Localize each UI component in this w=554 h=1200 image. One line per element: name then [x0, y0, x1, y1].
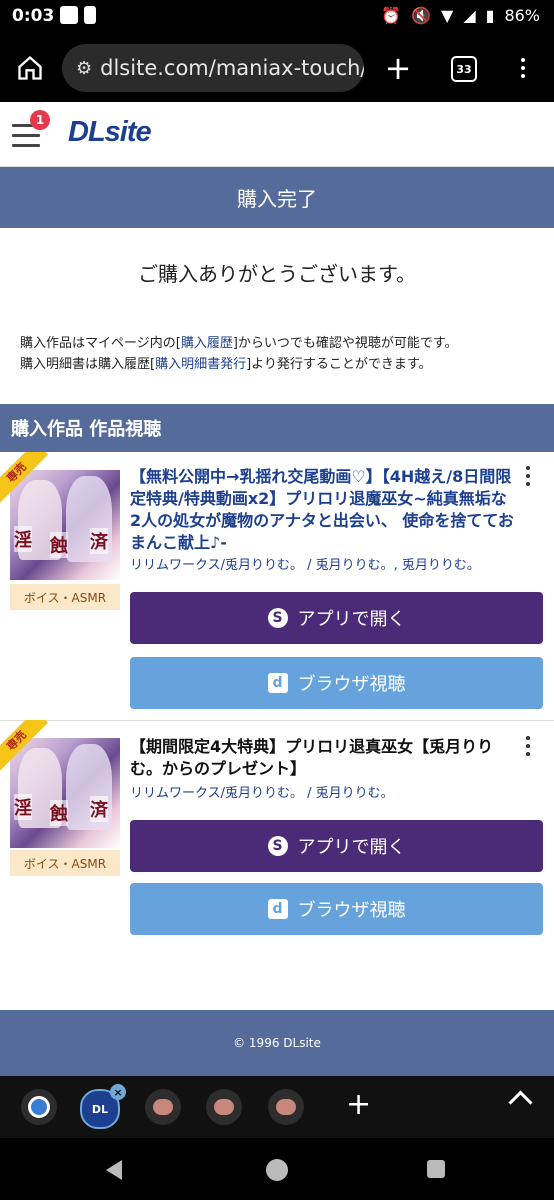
product-title-link[interactable]: 【無料公開中→乳揺れ交尾動画♡】【4H越え/8日間限定特典/特典動画x2】プリロ… — [130, 466, 514, 554]
tab-strip: DL × + — [0, 1076, 554, 1138]
product-title-link[interactable]: 【期間限定4大特典】プリロリ退真巫女【兎月りりむ。からのプレゼント】 — [130, 736, 514, 780]
url-text: dlsite.com/maniax-touch/dc — [100, 56, 364, 80]
url-bar[interactable]: ⚙ dlsite.com/maniax-touch/dc — [62, 44, 364, 92]
browser-play-icon: d — [267, 673, 288, 693]
wifi-icon: ▼ — [441, 6, 454, 25]
thanks-message: ご購入ありがとうございます。 — [138, 262, 416, 286]
tab-item[interactable] — [21, 1089, 57, 1125]
mute-icon: 🔇 — [411, 6, 431, 25]
signal-icon: ◢ — [463, 6, 476, 25]
browser-view-button[interactable]: d ブラウザ視聴 — [130, 883, 543, 935]
site-header: 1 DLsite — [0, 102, 554, 167]
app-icon: S — [267, 836, 288, 856]
close-tab-icon[interactable]: × — [110, 1084, 126, 1100]
browser-toolbar: ⚙ dlsite.com/maniax-touch/dc + 33 — [0, 34, 554, 102]
recents-icon[interactable] — [427, 1160, 445, 1178]
home-button[interactable] — [14, 54, 46, 82]
purchase-history-link[interactable]: 購入履歴 — [181, 336, 233, 351]
app-notification-icon — [60, 6, 78, 24]
product-menu-icon[interactable] — [522, 736, 534, 756]
home-circle-icon[interactable] — [266, 1159, 288, 1181]
dlsite-logo[interactable]: DLsite — [68, 116, 152, 149]
section-title: 購入作品 作品視聴 — [0, 404, 554, 452]
open-in-app-button[interactable]: S アプリで開く — [130, 820, 543, 872]
tab-item[interactable] — [145, 1089, 181, 1125]
product-card: 淫蝕済 専売 ボイス・ASMR 【期間限定4大特典】プリロリ退真巫女【兎月りりむ… — [0, 720, 554, 960]
notification-badge: 1 — [30, 110, 50, 130]
product-card: 淫蝕済 専売 ボイス・ASMR 【無料公開中→乳揺れ交尾動画♡】【4H越え/8日… — [0, 452, 554, 720]
open-in-app-button[interactable]: S アプリで開く — [130, 592, 543, 644]
alarm-icon: ⏰ — [381, 6, 402, 25]
browser-view-button[interactable]: d ブラウザ視聴 — [130, 657, 543, 709]
browser-menu-button[interactable] — [515, 54, 531, 82]
dlsite-play-icon — [28, 1096, 50, 1118]
app-icon: S — [267, 608, 288, 628]
back-icon[interactable] — [106, 1160, 122, 1180]
site-settings-icon[interactable]: ⚙ — [76, 58, 92, 79]
browser-play-icon: d — [267, 899, 288, 919]
product-menu-icon[interactable] — [522, 466, 534, 486]
tab-favicon-icon — [153, 1099, 173, 1115]
circle-author-link[interactable]: リリムワークス/兎月りりむ。 / 兎月りりむ。 — [130, 782, 394, 801]
tab-favicon-icon — [276, 1099, 296, 1115]
tab-item[interactable] — [268, 1089, 304, 1125]
system-nav-bar — [0, 1138, 554, 1200]
exclusive-ribbon: 専売 — [0, 452, 49, 505]
purchase-info-line2: 購入明細書は購入履歴[購入明細書発行]より発行することができます。 — [20, 357, 432, 372]
genre-tag[interactable]: ボイス・ASMR — [10, 584, 120, 610]
receipt-issue-link[interactable]: 購入明細書発行 — [155, 357, 246, 372]
battery-icon: ▮ — [485, 6, 495, 25]
media-notification-icon — [84, 6, 96, 24]
new-tab-plus-icon[interactable]: + — [346, 1090, 371, 1120]
status-time: 0:03 — [12, 6, 55, 26]
circle-author-link[interactable]: リリムワークス/兎月りりむ。 / 兎月りりむ。, 兎月りりむ。 — [130, 554, 480, 573]
chevron-up-icon[interactable] — [508, 1090, 533, 1115]
genre-tag[interactable]: ボイス・ASMR — [10, 850, 120, 876]
tab-item[interactable] — [206, 1089, 242, 1125]
tab-switcher-button[interactable]: 33 — [451, 56, 477, 82]
tab-favicon-icon — [214, 1099, 234, 1115]
battery-percent: 86% — [504, 6, 540, 25]
page-title: 購入完了 — [0, 167, 554, 228]
home-icon — [18, 55, 42, 80]
purchase-info-line1: 購入作品はマイページ内の[購入履歴]からいつでも確認や視聴が可能です。 — [20, 336, 458, 351]
status-bar: 0:03 ⏰ 🔇 ▼ ◢ ▮ 86% — [0, 0, 554, 34]
exclusive-ribbon: 専売 — [0, 720, 49, 773]
footer-copyright: © 1996 DLsite — [0, 1010, 554, 1076]
new-tab-button[interactable]: + — [384, 49, 412, 87]
